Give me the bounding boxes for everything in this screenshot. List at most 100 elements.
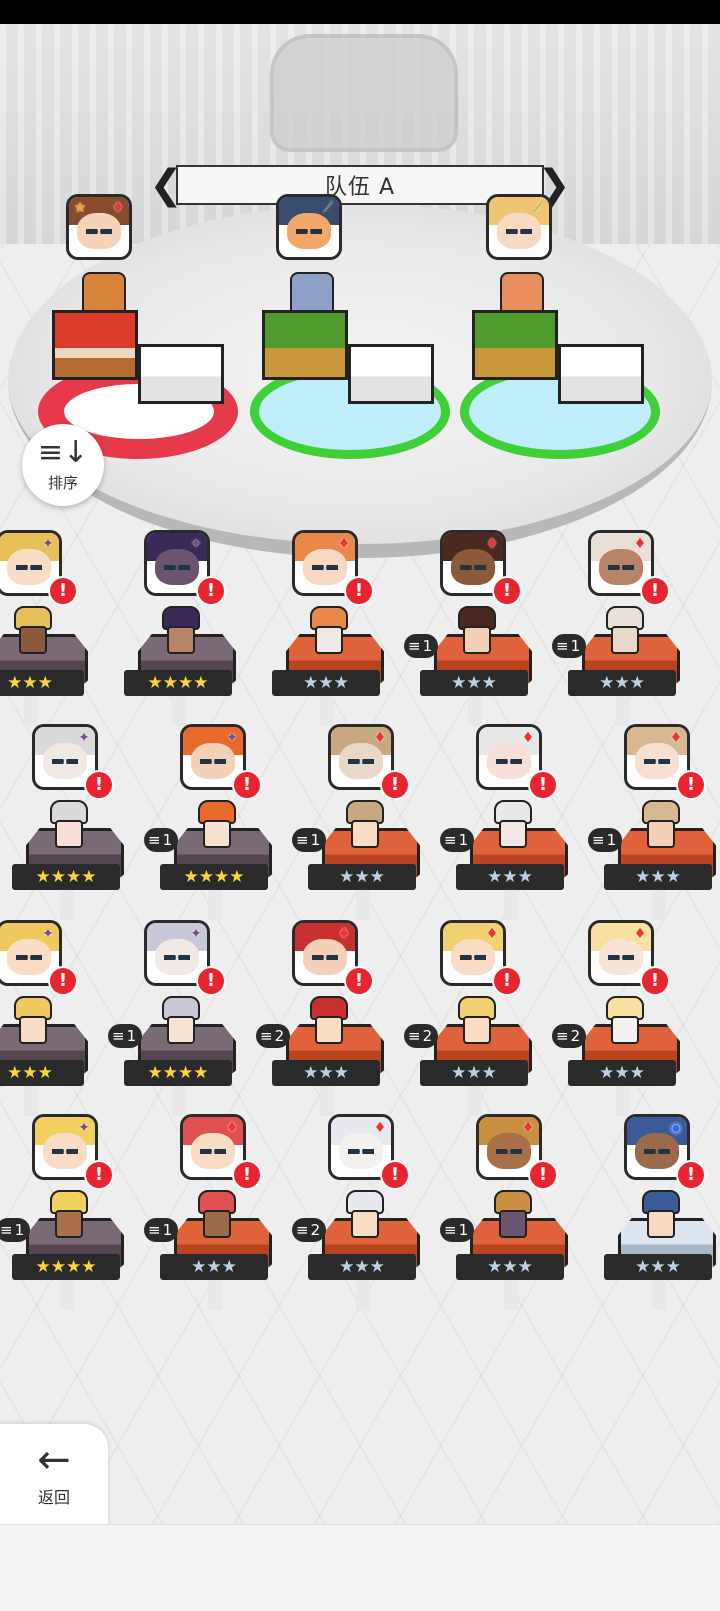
hero-card[interactable]: ✦! ★★★ bbox=[0, 920, 108, 1116]
hero-card[interactable]: ♦! ≡ 1 ★★★ bbox=[588, 724, 720, 920]
hero-star-rating: ★★★★ bbox=[12, 864, 120, 890]
alert-badge-icon: ! bbox=[232, 1160, 262, 1190]
hero-card[interactable]: ♦! ≡ 1 ★★★ bbox=[144, 1114, 292, 1310]
pedestal-stem bbox=[652, 1280, 666, 1310]
hero-sprite bbox=[342, 1190, 384, 1238]
pedestal-stem bbox=[652, 890, 666, 920]
level-icon: ≡ bbox=[0, 1221, 13, 1239]
hero-level: 1 bbox=[458, 831, 469, 849]
stadium-emblem bbox=[270, 34, 458, 152]
hero-level-badge: ≡ 2 bbox=[256, 1024, 291, 1048]
hero-sprite bbox=[46, 1190, 88, 1238]
hero-star-rating: ★★★ bbox=[272, 670, 380, 696]
fire-element-icon: ♦ bbox=[485, 926, 499, 942]
fire-element-icon: ♦ bbox=[225, 1120, 239, 1136]
hero-card[interactable]: ✦! ★★★ bbox=[0, 530, 108, 726]
earth-element-icon: ⟋ bbox=[533, 200, 543, 216]
hero-card[interactable]: ✦! ★★★★ bbox=[0, 724, 144, 920]
hero-level-badge: ≡ 2 bbox=[552, 1024, 587, 1048]
pedestal-stem bbox=[172, 1086, 186, 1116]
hero-star-rating: ★★★ bbox=[456, 864, 564, 890]
alert-badge-icon: ! bbox=[344, 966, 374, 996]
hero-card[interactable]: ◉! ★★★ bbox=[588, 1114, 720, 1310]
pedestal-stem bbox=[208, 890, 222, 920]
hero-level: 1 bbox=[458, 1221, 469, 1239]
hero-sprite bbox=[454, 606, 496, 654]
hero-card[interactable]: ♦! ★★★ bbox=[256, 530, 404, 726]
hero-star-rating: ★★★ bbox=[420, 670, 528, 696]
slot-hero-portrait[interactable]: ⟋ bbox=[486, 194, 552, 260]
team-slot-2[interactable]: ⟋ bbox=[250, 194, 460, 474]
level-icon: ≡ bbox=[444, 831, 457, 849]
hero-level-badge: ≡ 1 bbox=[404, 634, 439, 658]
slot-hero-portrait[interactable]: ⟋ bbox=[276, 194, 342, 260]
team-formation-scene: ❮ 队伍 A ❯ ★ ♦ ⟋ ⟋ ≡↓ 排序 ✦ ! ★★★ ✦ ! ★★★★ … bbox=[0, 24, 720, 1524]
alert-badge-icon: ! bbox=[232, 770, 262, 800]
hero-star-rating: ★★★ bbox=[308, 1254, 416, 1280]
leader-star-icon: ★ bbox=[73, 200, 87, 216]
dark-element-icon: ✦ bbox=[226, 730, 238, 746]
sort-icon: ≡↓ bbox=[37, 434, 89, 470]
hero-block bbox=[472, 310, 558, 380]
hero-level-badge: ≡ 1 bbox=[440, 1218, 475, 1242]
hero-star-rating: ★★★★ bbox=[124, 1060, 232, 1086]
alert-badge-icon: ! bbox=[344, 576, 374, 606]
hero-sprite bbox=[10, 996, 52, 1044]
alert-badge-icon: ! bbox=[84, 1160, 114, 1190]
earth-element-icon: ⟋ bbox=[323, 200, 333, 216]
hero-level-badge: ≡ 1 bbox=[108, 1024, 143, 1048]
hero-card[interactable]: ♦! ≡ 1 ★★★ bbox=[440, 724, 588, 920]
dark-element-icon: ✦ bbox=[42, 926, 54, 942]
pedestal-stem bbox=[468, 1086, 482, 1116]
hero-star-rating: ★★★ bbox=[568, 670, 676, 696]
pedestal-stem bbox=[356, 890, 370, 920]
hero-sprite bbox=[342, 800, 384, 848]
hero-card[interactable]: ♦! ≡ 1 ★★★ bbox=[292, 724, 440, 920]
hero-card[interactable]: ♦! ≡ 2 ★★★ bbox=[552, 920, 700, 1116]
hero-level-badge: ≡ 2 bbox=[404, 1024, 439, 1048]
sort-button[interactable]: ≡↓ 排序 bbox=[22, 424, 104, 506]
hero-star-rating: ★★★ bbox=[272, 1060, 380, 1086]
hero-card[interactable]: ♦! ≡ 1 ★★★ bbox=[404, 530, 552, 726]
hero-level: 2 bbox=[422, 1027, 433, 1045]
hero-level-badge: ≡ 1 bbox=[440, 828, 475, 852]
hero-card[interactable]: ✦! ≡ 1 ★★★★ bbox=[144, 724, 292, 920]
pedestal-stem bbox=[60, 1280, 74, 1310]
alert-badge-icon: ! bbox=[380, 1160, 410, 1190]
hero-star-rating: ★★★ bbox=[604, 864, 712, 890]
pedestal-stem bbox=[320, 696, 334, 726]
alert-badge-icon: ! bbox=[380, 770, 410, 800]
pedestal-stem bbox=[356, 1280, 370, 1310]
team-slot-3[interactable]: ⟋ bbox=[460, 194, 670, 474]
hero-sprite bbox=[638, 800, 680, 848]
hero-card[interactable]: ✦! ≡ 1 ★★★★ bbox=[108, 920, 256, 1116]
fire-element-icon: ♦ bbox=[111, 200, 125, 216]
hero-card[interactable]: ✦! ★★★★ bbox=[108, 530, 256, 726]
hero-card[interactable]: ♦! ≡ 2 ★★★ bbox=[256, 920, 404, 1116]
level-icon: ≡ bbox=[408, 1027, 421, 1045]
hero-level-badge: ≡ 2 bbox=[292, 1218, 327, 1242]
level-icon: ≡ bbox=[556, 637, 569, 655]
hero-sprite bbox=[306, 606, 348, 654]
hero-sprite bbox=[306, 996, 348, 1044]
hero-level-badge: ≡ 1 bbox=[144, 828, 179, 852]
hero-level: 1 bbox=[606, 831, 617, 849]
hero-card[interactable]: ♦! ≡ 2 ★★★ bbox=[292, 1114, 440, 1310]
hero-card[interactable]: ♦! ≡ 2 ★★★ bbox=[404, 920, 552, 1116]
hero-level-badge: ≡ 1 bbox=[0, 1218, 31, 1242]
back-button[interactable]: ← 返回 bbox=[0, 1424, 108, 1524]
hero-sprite bbox=[602, 996, 644, 1044]
hero-sprite bbox=[194, 1190, 236, 1238]
hero-sprite bbox=[158, 606, 200, 654]
hero-card[interactable]: ♦! ≡ 1 ★★★ bbox=[440, 1114, 588, 1310]
hero-card[interactable]: ✦! ≡ 1 ★★★★ bbox=[0, 1114, 144, 1310]
fire-element-icon: ♦ bbox=[337, 536, 351, 552]
hero-card[interactable]: ♦! ≡ 1 ★★★ bbox=[552, 530, 700, 726]
fire-element-icon: ♦ bbox=[373, 1120, 387, 1136]
slot-hero-portrait[interactable]: ★ ♦ bbox=[66, 194, 132, 260]
alert-badge-icon: ! bbox=[492, 966, 522, 996]
hero-sprite bbox=[46, 800, 88, 848]
hero-star-rating: ★★★ bbox=[568, 1060, 676, 1086]
status-bar bbox=[0, 0, 720, 24]
hero-star-rating: ★★★★ bbox=[160, 864, 268, 890]
